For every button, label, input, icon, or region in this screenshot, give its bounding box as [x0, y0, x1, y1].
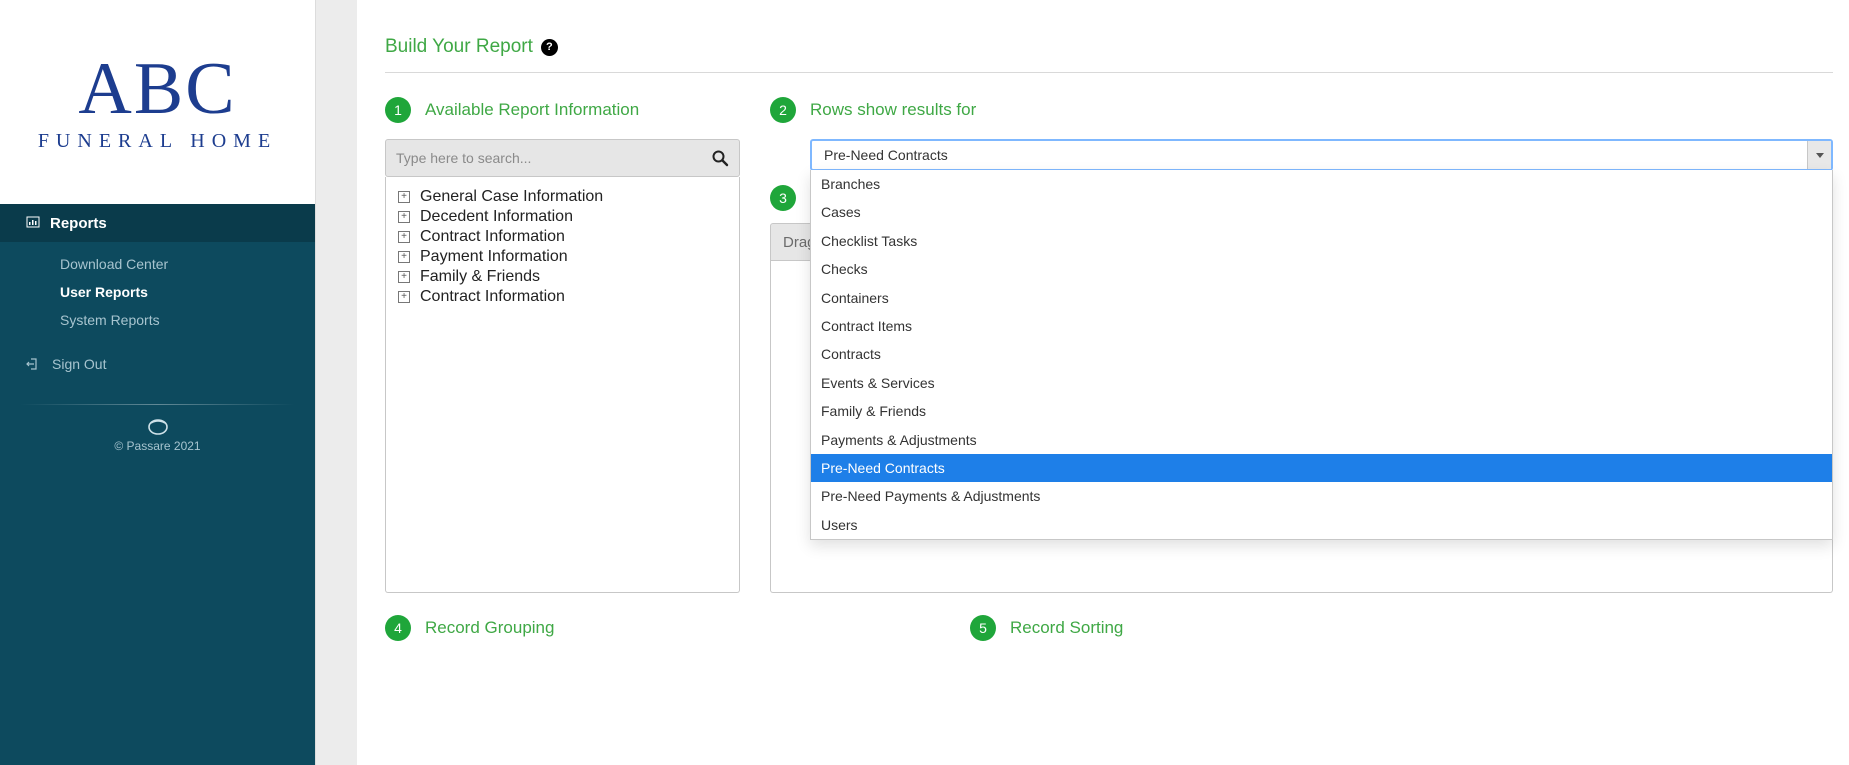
help-icon[interactable]: ? — [541, 39, 558, 56]
signout-link[interactable]: Sign Out — [0, 342, 315, 386]
expand-icon[interactable]: + — [398, 211, 410, 223]
sidebar: ABC Funeral Home Reports Download Center… — [0, 0, 315, 765]
step2-title: Rows show results for — [810, 100, 976, 120]
divider — [20, 404, 295, 405]
tree-label: Contract Information — [420, 288, 565, 306]
logo-main: ABC — [78, 52, 236, 126]
step1-number: 1 — [385, 97, 411, 123]
step5-head: 5 Record Sorting — [970, 615, 1833, 641]
dropdown-item[interactable]: Branches — [811, 170, 1832, 198]
tree-item[interactable]: + Contract Information — [398, 287, 727, 307]
expand-icon[interactable]: + — [398, 231, 410, 243]
dropdown-item[interactable]: Contract Items — [811, 312, 1832, 340]
nav-section-reports[interactable]: Reports — [0, 204, 315, 242]
dropdown-item[interactable]: Payments & Adjustments — [811, 426, 1832, 454]
step4-head: 4 Record Grouping — [385, 615, 740, 641]
brand-glyph-icon — [0, 417, 315, 437]
rows-select-toggle[interactable] — [1807, 141, 1831, 169]
nav: Reports Download Center User Reports Sys… — [0, 204, 315, 342]
dropdown-item[interactable]: Contracts — [811, 340, 1832, 368]
rows-select[interactable]: Pre-Need Contracts — [810, 139, 1833, 171]
brand-footer: © Passare 2021 — [0, 417, 315, 453]
page-title: Build Your Report — [385, 36, 533, 58]
dropdown-item[interactable]: Users — [811, 511, 1832, 539]
tree-item[interactable]: + Payment Information — [398, 247, 727, 267]
rows-select-dropdown[interactable]: Branches Cases Checklist Tasks Checks Co… — [810, 170, 1833, 540]
signout-label: Sign Out — [52, 356, 106, 372]
search-input[interactable] — [396, 150, 711, 166]
expand-icon[interactable]: + — [398, 251, 410, 263]
bottom-row: 4 Record Grouping 5 Record Sorting — [385, 615, 1833, 657]
dropdown-item[interactable]: Containers — [811, 284, 1832, 312]
nav-list: Download Center User Reports System Repo… — [0, 242, 315, 342]
step1-head: 1 Available Report Information — [385, 97, 740, 123]
tree-label: General Case Information — [420, 188, 603, 206]
tree-item[interactable]: + Decedent Information — [398, 207, 727, 227]
main: Build Your Report ? 1 Available Report I… — [357, 0, 1849, 765]
expand-icon[interactable]: + — [398, 271, 410, 283]
search-box[interactable] — [385, 139, 740, 177]
tree-item[interactable]: + Family & Friends — [398, 267, 727, 287]
nav-section-label: Reports — [50, 215, 107, 232]
dropdown-item[interactable]: Pre-Need Payments & Adjustments — [811, 482, 1832, 510]
reports-icon — [26, 216, 40, 230]
step3-number: 3 — [770, 185, 796, 211]
step2-column: 2 Rows show results for Pre-Need Contrac… — [770, 97, 1833, 593]
logo-sub: Funeral Home — [38, 130, 277, 153]
separator — [385, 72, 1833, 73]
dropdown-item-selected[interactable]: Pre-Need Contracts — [811, 454, 1832, 482]
step5-number: 5 — [970, 615, 996, 641]
step2-number: 2 — [770, 97, 796, 123]
tree-panel: + General Case Information + Decedent Info… — [385, 177, 740, 593]
dropdown-item[interactable]: Checklist Tasks — [811, 227, 1832, 255]
tree-label: Family & Friends — [420, 268, 540, 286]
tree-item[interactable]: + Contract Information — [398, 227, 727, 247]
rows-select-value: Pre-Need Contracts — [812, 147, 1807, 163]
chevron-down-icon — [1816, 153, 1824, 158]
expand-icon[interactable]: + — [398, 191, 410, 203]
copyright: © Passare 2021 — [114, 439, 200, 453]
expand-icon[interactable]: + — [398, 291, 410, 303]
tree-item[interactable]: + General Case Information — [398, 187, 727, 207]
dropdown-item[interactable]: Events & Services — [811, 369, 1832, 397]
search-icon[interactable] — [711, 149, 729, 167]
step1-title: Available Report Information — [425, 100, 639, 120]
gutter — [315, 0, 357, 765]
step4-title: Record Grouping — [425, 618, 554, 638]
step4-number: 4 — [385, 615, 411, 641]
nav-item-user-reports[interactable]: User Reports — [0, 278, 315, 306]
signout-icon — [26, 357, 40, 371]
nav-item-download-center[interactable]: Download Center — [0, 250, 315, 278]
step1-column: 1 Available Report Information + General … — [385, 97, 740, 593]
dropdown-item[interactable]: Family & Friends — [811, 397, 1832, 425]
tree-label: Decedent Information — [420, 208, 573, 226]
tree-label: Contract Information — [420, 228, 565, 246]
nav-item-system-reports[interactable]: System Reports — [0, 306, 315, 334]
logo: ABC Funeral Home — [0, 0, 315, 204]
dropdown-item[interactable]: Checks — [811, 255, 1832, 283]
tree-label: Payment Information — [420, 248, 568, 266]
dropdown-item[interactable]: Cases — [811, 198, 1832, 226]
step5-title: Record Sorting — [1010, 618, 1123, 638]
page-title-row: Build Your Report ? — [385, 0, 1833, 72]
step2-head: 2 Rows show results for — [770, 97, 1833, 123]
